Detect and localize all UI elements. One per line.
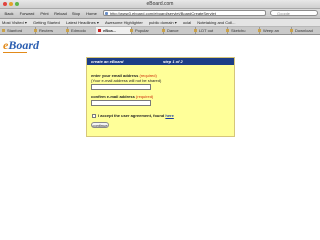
stop-button[interactable]: Stop: [70, 10, 82, 17]
confirm-email-field[interactable]: [91, 100, 151, 106]
tab-dance[interactable]: Dance: [160, 27, 196, 34]
bookmark-item[interactable]: Getting Started: [33, 19, 60, 26]
required-marker: (required): [135, 94, 154, 99]
step-indicator: step 1 of 2: [163, 59, 183, 64]
agreement-text: I accept the user agreement, found here: [98, 113, 174, 118]
tab-favicon-icon: [290, 29, 293, 32]
bookmark-item[interactable]: Awesome Highlighter: [105, 19, 143, 26]
form-title: create an eBoard: [91, 59, 124, 64]
email-field[interactable]: [91, 84, 151, 90]
agreement-link[interactable]: here: [165, 113, 173, 118]
tab-eboard-active[interactable]: eBoa...: [96, 27, 132, 34]
tab-weep[interactable]: Weep an: [256, 27, 292, 34]
reload-button[interactable]: Reload: [52, 10, 69, 17]
tab-favicon-icon: [162, 29, 165, 32]
continue-button[interactable]: continue: [91, 122, 109, 128]
bookmarks-bar: Most Visited ▾ Getting Started Latest He…: [0, 19, 320, 27]
email-privacy-note: (Your e-mail address will not be shared): [91, 78, 162, 83]
tab-favicon-icon: [34, 29, 37, 32]
home-button[interactable]: Home: [84, 10, 99, 17]
tab-favicon-icon: [98, 29, 101, 32]
tab-reuters[interactable]: Reuters: [32, 27, 68, 34]
tab-favicon-icon: [66, 29, 69, 32]
tab-popular[interactable]: Popular: [128, 27, 164, 34]
tab-stanford[interactable]: Stanford: [0, 27, 36, 34]
back-button[interactable]: Back: [2, 10, 16, 17]
tab-sketchup[interactable]: Sketchu: [224, 27, 260, 34]
eboard-logo[interactable]: eBoard: [3, 38, 39, 52]
search-input[interactable]: Google: [270, 10, 318, 16]
bookmark-item[interactable]: Notetaking and Coll...: [197, 19, 235, 26]
address-bar[interactable]: http://www3.eboard.com/eboard/servlet/Bo…: [103, 10, 266, 16]
tab-ldt[interactable]: LDT out: [192, 27, 228, 34]
tab-favicon-icon: [130, 29, 133, 32]
logo-underline: [3, 52, 27, 53]
tab-download[interactable]: Download: [288, 27, 320, 34]
tab-favicon-icon: [2, 29, 5, 32]
create-eboard-form: create an eBoard step 1 of 2 enter your …: [86, 57, 235, 137]
window-titlebar: eBoard.com: [0, 0, 320, 9]
tab-edmodo[interactable]: Edmodo: [64, 27, 100, 34]
window-title: eBoard.com: [146, 1, 174, 7]
bookmark-item[interactable]: ocial: [183, 19, 191, 26]
forward-button[interactable]: Forward: [17, 10, 37, 17]
bookmark-item[interactable]: public domain ▾: [149, 19, 177, 26]
site-favicon-icon: [105, 12, 108, 15]
bookmark-item[interactable]: Latest Headlines ▾: [66, 19, 99, 26]
print-button[interactable]: Print: [38, 10, 51, 17]
bookmark-item[interactable]: Most Visited ▾: [2, 19, 27, 26]
tab-favicon-icon: [226, 29, 229, 32]
accept-agreement-checkbox[interactable]: [92, 114, 96, 118]
tab-favicon-icon: [194, 29, 197, 32]
browser-toolbar: Back Forward Print Reload Stop Home http…: [0, 9, 320, 19]
tab-bar: Stanford Reuters Edmodo eBoa... Popular …: [0, 27, 320, 35]
form-header: create an eBoard step 1 of 2: [87, 58, 234, 65]
confirm-email-label: confirm e-mail address (required): [91, 94, 154, 99]
tab-favicon-icon: [258, 29, 261, 32]
